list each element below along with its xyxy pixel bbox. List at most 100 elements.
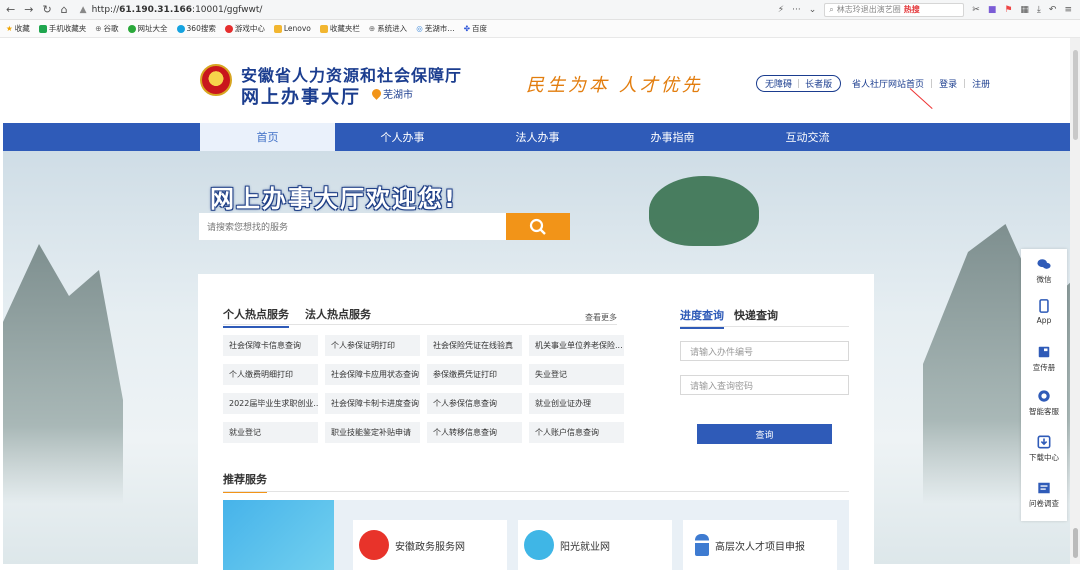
service-item[interactable]: 个人账户信息查询	[529, 422, 624, 443]
main-nav: 首页 个人办事 法人办事 办事指南 互动交流	[3, 123, 1070, 151]
scissors-icon[interactable]: ✂	[972, 5, 980, 15]
undo-icon[interactable]: ↶	[1049, 5, 1057, 15]
side-download-center[interactable]: 下载中心	[1021, 435, 1067, 463]
content-panel: 个人热点服务 法人热点服务 查看更多 社会保障卡信息查询 个人参保证明打印 社会…	[198, 274, 874, 570]
service-item[interactable]: 社会保险凭证在线验真	[427, 335, 522, 356]
nav-guide[interactable]: 办事指南	[605, 123, 740, 151]
bookmark-item[interactable]: ★ 收藏	[6, 23, 30, 34]
service-search-input[interactable]	[199, 213, 506, 240]
bookmark-item[interactable]: 360搜索	[176, 23, 216, 34]
recommend-area: 安徽政务服务网 阳光就业网 高层次人才项目申报	[223, 500, 849, 570]
extension-icon[interactable]: ■	[988, 5, 997, 15]
case-number-input[interactable]: 请输入办件编号	[680, 341, 849, 361]
city-label: 芜湖市	[383, 90, 413, 101]
bookmark-item[interactable]: Lenovo	[273, 24, 311, 33]
query-password-input[interactable]: 请输入查询密码	[680, 375, 849, 395]
forward-icon[interactable]: →	[24, 3, 33, 16]
person-icon	[695, 534, 709, 556]
browser-search-text: 林志玲退出演艺圈	[836, 5, 901, 14]
bookmark-item[interactable]: ✤ 百度	[464, 23, 487, 34]
survey-icon	[1038, 482, 1050, 494]
service-item[interactable]: 机关事业单位养老保险...	[529, 335, 624, 356]
side-brochure[interactable]: 宣传册	[1021, 345, 1067, 373]
hall-name: 网上办事大厅	[241, 87, 361, 108]
side-toolbar: 微信 App 宣传册 智能客服 下载中心 问卷调查	[1021, 249, 1067, 521]
slogan: 民生为本 人才优先	[526, 75, 703, 96]
scrollbar-thumb[interactable]	[1073, 50, 1078, 140]
headset-icon	[1038, 390, 1050, 402]
portal-home-link[interactable]: 省人社厅网站首页	[852, 77, 924, 90]
side-app[interactable]: App	[1021, 299, 1067, 325]
nav-home[interactable]: 首页	[200, 123, 335, 151]
bookmark-item[interactable]: 网址大全	[127, 23, 168, 34]
service-item[interactable]: 个人参保信息查询	[427, 393, 522, 414]
flag-icon[interactable]: ⚑	[1004, 5, 1012, 15]
bookmark-item[interactable]: ◎ 芜湖市…	[416, 23, 455, 34]
service-item[interactable]: 社会保障卡信息查询	[223, 335, 318, 356]
service-item[interactable]: 个人转移信息查询	[427, 422, 522, 443]
url-host: 61.190.31.166	[119, 4, 193, 15]
service-item[interactable]: 社会保障卡应用状态查询	[325, 364, 420, 385]
recommend-title: 推荐服务	[223, 471, 267, 493]
reload-icon[interactable]: ↻	[42, 3, 51, 16]
nav-interaction[interactable]: 互动交流	[740, 123, 875, 151]
hot-search-badge[interactable]: 热搜	[904, 4, 920, 15]
side-survey[interactable]: 问卷调查	[1021, 481, 1067, 509]
home-icon[interactable]: ⌂	[61, 3, 68, 16]
recommend-card[interactable]: 阳光就业网	[518, 520, 672, 570]
welcome-title: 网上办事大厅欢迎您!	[210, 185, 457, 213]
service-item[interactable]: 失业登记	[529, 364, 624, 385]
service-item[interactable]: 个人缴费明细打印	[223, 364, 318, 385]
bookmark-item[interactable]: 游戏中心	[224, 23, 265, 34]
service-item[interactable]: 就业登记	[223, 422, 318, 443]
city-selector[interactable]: 芜湖市	[370, 86, 413, 101]
bookmark-item[interactable]: ⊕ 系统进入	[369, 23, 407, 34]
nav-personal[interactable]: 个人办事	[335, 123, 470, 151]
download-icon	[1037, 435, 1051, 449]
side-smart-service[interactable]: 智能客服	[1021, 389, 1067, 417]
browser-search-input[interactable]: ⌕ 林志玲退出演艺圈 热搜	[824, 2, 965, 17]
service-item[interactable]: 2022届毕业生求职创业...	[223, 393, 318, 414]
query-button[interactable]: 查询	[697, 424, 832, 444]
scrollbar-thumb-lower[interactable]	[1073, 528, 1078, 558]
grid-icon[interactable]: ▦	[1020, 5, 1029, 15]
mobile-icon	[1039, 299, 1049, 313]
site-header: 安徽省人力资源和社会保障厅 网上办事大厅 芜湖市 民生为本 人才优先 无障碍 |…	[0, 38, 1070, 123]
service-item[interactable]: 就业创业证办理	[529, 393, 624, 414]
more-icon[interactable]: ···	[792, 5, 801, 15]
hot-services-grid: 社会保障卡信息查询 个人参保证明打印 社会保险凭证在线验真 机关事业单位养老保险…	[223, 335, 633, 443]
site-info-icon[interactable]: ▲	[80, 5, 87, 15]
lightning-icon[interactable]: ⚡	[778, 5, 784, 15]
recommend-card-label: 安徽政务服务网	[395, 541, 465, 553]
service-item[interactable]: 社会保障卡制卡进度查询	[325, 393, 420, 414]
address-bar[interactable]: ▲ http://61.190.31.166:10001/ggfwwt/	[80, 5, 720, 15]
top-links: 省人社厅网站首页 | 登录 | 注册	[852, 77, 991, 91]
menu-icon[interactable]: ≡	[1064, 5, 1072, 15]
recommend-card[interactable]: 高层次人才项目申报	[683, 520, 837, 570]
download-icon[interactable]: ⤓	[1037, 5, 1041, 15]
service-item[interactable]: 职业技能鉴定补贴申请	[325, 422, 420, 443]
bookmark-item[interactable]: ⊕ 谷歌	[95, 23, 118, 34]
view-more-link[interactable]: 查看更多	[585, 312, 617, 323]
location-pin-icon	[370, 87, 383, 100]
nav-legal[interactable]: 法人办事	[470, 123, 605, 151]
login-link[interactable]: 登录	[939, 77, 957, 90]
wechat-icon	[1037, 259, 1051, 269]
search-button[interactable]	[506, 213, 570, 240]
url-prefix: http://	[91, 4, 120, 15]
service-item[interactable]: 参保缴费凭证打印	[427, 364, 522, 385]
bookmark-item[interactable]: 手机收藏夹	[38, 23, 86, 34]
chevron-down-icon[interactable]: ⌄	[809, 5, 817, 15]
brochure-icon	[1038, 346, 1050, 358]
browser-toolbar: ← → ↻ ⌂ ▲ http://61.190.31.166:10001/ggf…	[0, 0, 1080, 20]
register-link[interactable]: 注册	[972, 77, 990, 90]
service-item[interactable]: 个人参保证明打印	[325, 335, 420, 356]
accessibility-toggle: 无障碍 | 长者版	[756, 75, 842, 92]
recommend-banner-image	[223, 500, 334, 570]
elder-version-link[interactable]: 长者版	[805, 77, 832, 90]
side-wechat[interactable]: 微信	[1021, 257, 1067, 285]
back-icon[interactable]: ←	[6, 3, 15, 16]
recommend-card[interactable]: 安徽政务服务网	[353, 520, 507, 570]
bookmark-item[interactable]: 收藏夹栏	[319, 23, 360, 34]
barrier-free-link[interactable]: 无障碍	[765, 77, 792, 90]
